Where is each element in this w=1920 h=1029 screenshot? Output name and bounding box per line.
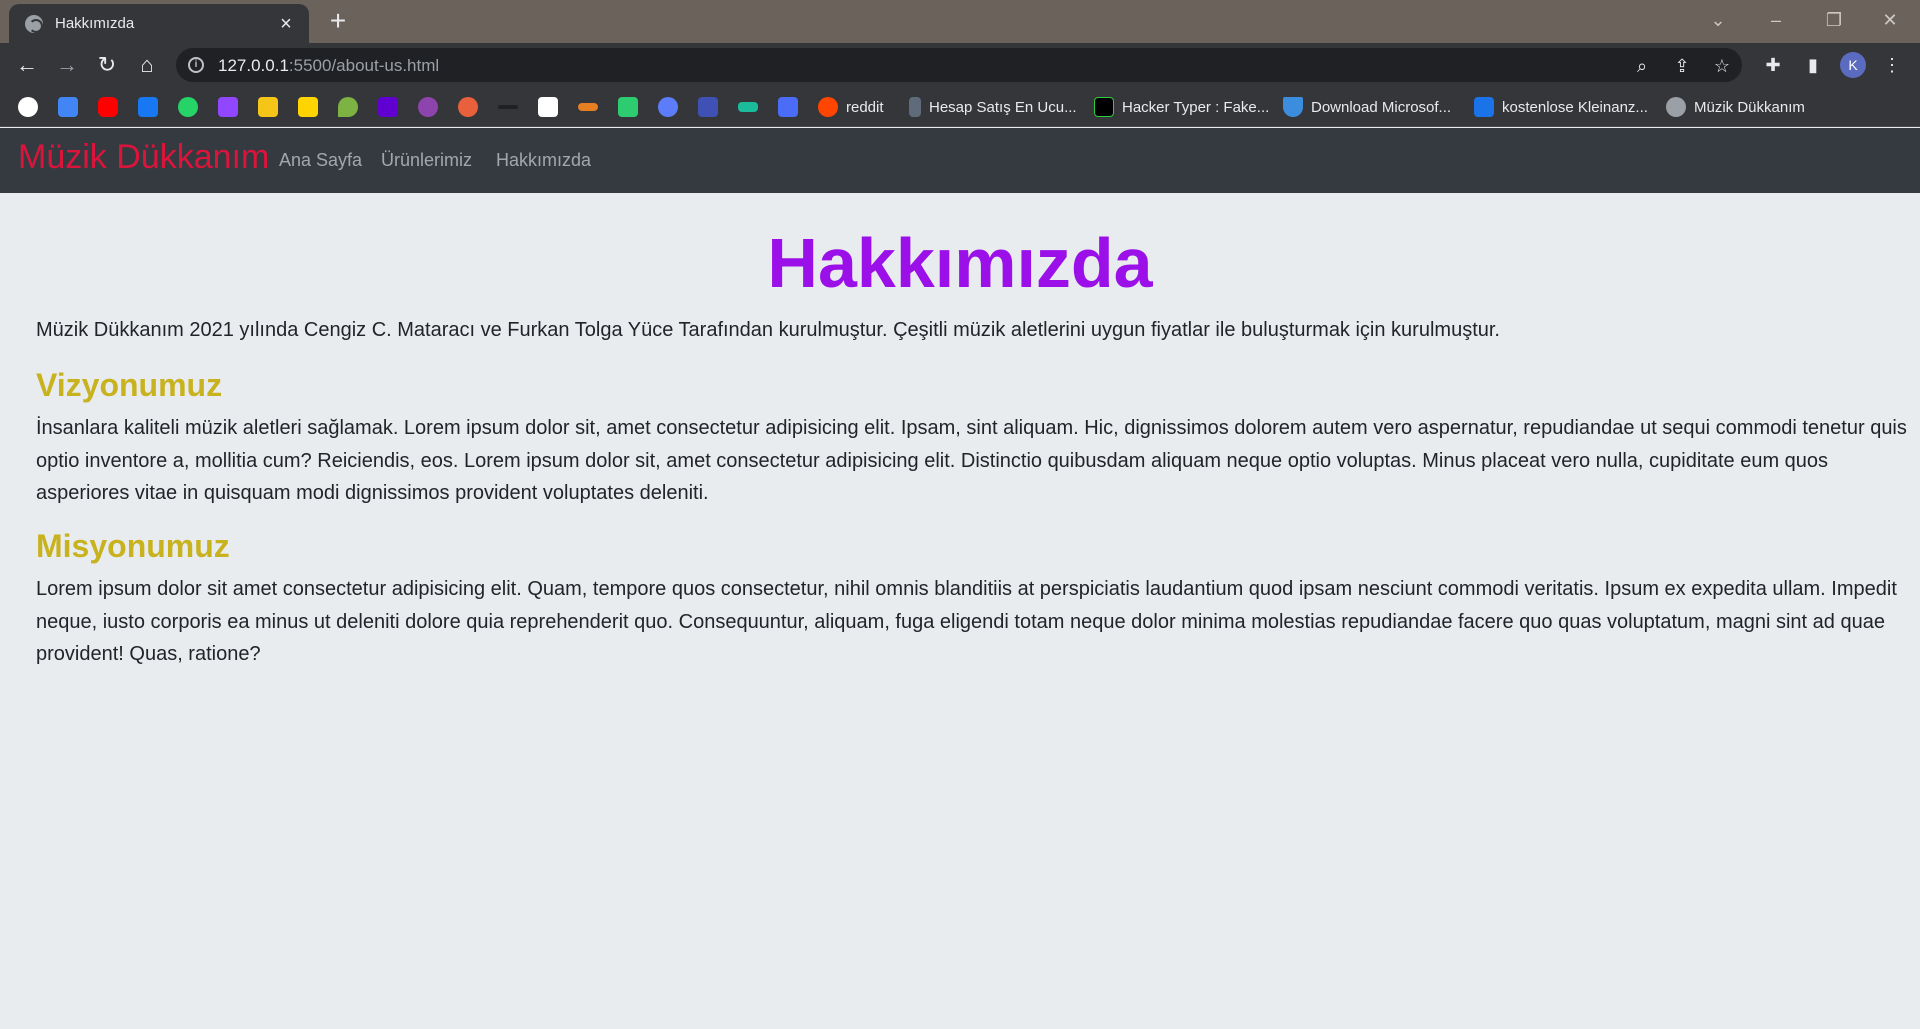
zoom-icon[interactable]: ⌕ xyxy=(1631,55,1653,77)
minimize-button[interactable]: – xyxy=(1748,0,1804,43)
url-text[interactable]: 127.0.0.1:5500/about-us.html xyxy=(218,56,439,76)
tab-strip: Hakkımızda × + ⌄ – ❐ ✕ xyxy=(0,0,1920,43)
page-title: Hakkımızda xyxy=(767,224,1153,302)
menu-kebab-icon[interactable]: ⋮ xyxy=(1880,53,1904,77)
tab-search-icon[interactable]: ⌄ xyxy=(1690,0,1746,43)
cloud-icon[interactable] xyxy=(538,97,558,117)
site-info-icon[interactable]: i xyxy=(188,57,204,73)
forward-button[interactable]: → xyxy=(53,51,81,79)
bookmark-dash-icon[interactable] xyxy=(498,105,518,109)
bookmark-kleinanzeigen[interactable]: kostenlose Kleinanz... xyxy=(1474,95,1648,119)
download-icon xyxy=(1283,97,1303,117)
bookmark-lines-icon[interactable] xyxy=(578,103,598,111)
play-icon[interactable] xyxy=(698,97,718,117)
youtube-icon[interactable] xyxy=(98,97,118,117)
reddit-icon xyxy=(818,97,838,117)
google-icon[interactable] xyxy=(18,97,38,117)
twitch-icon[interactable] xyxy=(218,97,238,117)
site-navbar: Müzik Dükkanım Ana Sayfa Ürünlerimiz Hak… xyxy=(0,128,1920,193)
profile-avatar[interactable]: K xyxy=(1840,52,1866,78)
bookmark-blue-icon[interactable] xyxy=(778,97,798,117)
plus-colors-icon[interactable] xyxy=(618,97,638,117)
brand-logo-link[interactable]: Müzik Dükkanım xyxy=(18,138,269,177)
mission-paragraph: Lorem ipsum dolor sit amet consectetur a… xyxy=(36,578,1897,665)
facebook-icon[interactable] xyxy=(138,97,158,117)
bookmark-hesap-satis[interactable]: Hesap Satış En Ucu... xyxy=(909,95,1077,119)
globe-icon xyxy=(1666,97,1686,117)
share-icon[interactable]: ⇪ xyxy=(1671,55,1693,77)
browser-tab[interactable]: Hakkımızda × xyxy=(9,4,309,43)
bookmarks-bar: reddit Hesap Satış En Ucu... Hacker Type… xyxy=(0,87,1920,127)
restore-button[interactable]: ❐ xyxy=(1806,0,1862,43)
nav-link-urunlerimiz[interactable]: Ürünlerimiz xyxy=(381,150,472,171)
bookmark-y-icon[interactable] xyxy=(258,97,278,117)
side-panel-icon[interactable]: ▮ xyxy=(1801,53,1825,77)
tab-title: Hakkımızda xyxy=(55,15,135,32)
back-button[interactable]: ← xyxy=(13,51,41,79)
drop-icon[interactable] xyxy=(338,97,358,117)
vision-heading: Vizyonumuz xyxy=(36,367,223,403)
bookmark-hacker-typer[interactable]: Hacker Typer : Fake... xyxy=(1094,95,1269,119)
link-icon[interactable] xyxy=(658,97,678,117)
bookmark-arrow-icon[interactable] xyxy=(738,102,758,112)
home-button[interactable]: ⌂ xyxy=(133,51,161,79)
reload-button[interactable]: ↻ xyxy=(93,51,121,79)
bookmark-p-icon[interactable] xyxy=(458,97,478,117)
bookmark-reddit[interactable]: reddit xyxy=(818,95,884,119)
close-window-button[interactable]: ✕ xyxy=(1862,0,1918,43)
bookmark-u-icon[interactable] xyxy=(418,97,438,117)
mission-heading: Misyonumuz xyxy=(36,528,230,564)
extensions-icon[interactable]: ✚ xyxy=(1761,53,1785,77)
bookmark-star-icon[interactable]: ☆ xyxy=(1711,55,1733,77)
browser-toolbar: ← → ↻ ⌂ i 127.0.0.1:5500/about-us.html ⌕… xyxy=(0,43,1920,87)
new-tab-button[interactable]: + xyxy=(324,7,352,36)
yahoo-icon[interactable] xyxy=(378,97,398,117)
close-tab-icon[interactable]: × xyxy=(275,13,297,35)
google-translate-icon[interactable] xyxy=(58,97,78,117)
address-bar[interactable]: i 127.0.0.1:5500/about-us.html ⌕ ⇪ ☆ xyxy=(176,48,1742,82)
bookmark-muzik-dukkanim[interactable]: Müzik Dükkanım xyxy=(1666,95,1805,119)
nav-link-ana-sayfa[interactable]: Ana Sayfa xyxy=(279,150,362,171)
globe-icon xyxy=(25,14,43,33)
vision-paragraph: İnsanlara kaliteli müzik aletleri sağlam… xyxy=(36,417,1907,504)
quoka-icon xyxy=(1474,97,1494,117)
bookmark-s-icon[interactable] xyxy=(298,97,318,117)
bookmark-download-microsoft[interactable]: Download Microsof... xyxy=(1283,95,1451,119)
hacker-typer-icon xyxy=(1094,97,1114,117)
nav-link-hakkimizda[interactable]: Hakkımızda xyxy=(496,150,591,171)
whatsapp-icon[interactable] xyxy=(178,97,198,117)
bookmark-site-icon xyxy=(909,97,921,117)
intro-paragraph: Müzik Dükkanım 2021 yılında Cengiz C. Ma… xyxy=(36,319,1500,341)
